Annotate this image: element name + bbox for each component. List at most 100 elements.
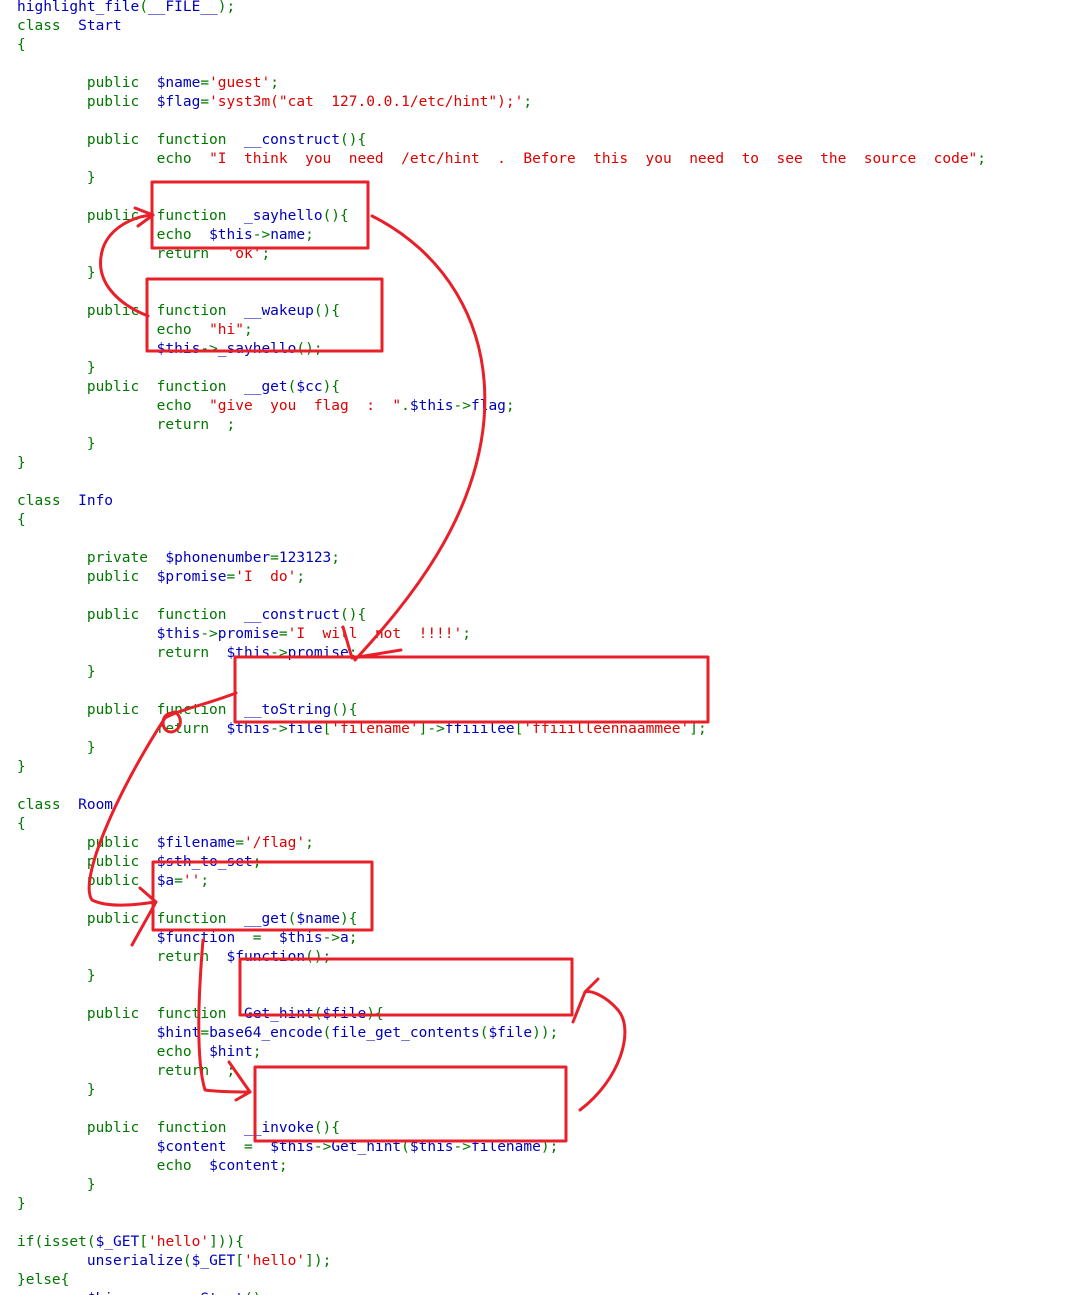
code-token: ; — [348, 930, 358, 946]
code-token: 'I will not !!!!' — [287, 626, 463, 642]
code-token: $name — [156, 75, 201, 91]
code-token: } — [17, 759, 26, 775]
code-token: ; — [305, 835, 314, 851]
code-token: __wakeup — [243, 303, 314, 319]
code-token: { — [17, 37, 26, 53]
code-line: $hi = new Start(); — [17, 1290, 270, 1295]
code-token: = — [278, 626, 288, 642]
code-token: Get_hint — [331, 1139, 402, 1155]
code-token: = — [235, 835, 244, 851]
code-token: ; — [505, 398, 515, 414]
code-token: (){ — [331, 702, 358, 718]
code-token: = — [174, 873, 183, 889]
code-line: } — [17, 454, 26, 473]
code-line: return $this->file['filename']->ffiiilee… — [17, 720, 707, 739]
code-token: echo — [17, 227, 210, 243]
code-line: return 'ok'; — [17, 245, 271, 264]
code-token: Start — [200, 1291, 244, 1295]
code-token: $this — [270, 1139, 314, 1155]
code-token: public — [17, 94, 157, 110]
code-token: "give you flag : " — [209, 398, 402, 414]
code-token: 'filename' — [331, 721, 419, 737]
code-token: [ — [139, 1234, 148, 1250]
code-token: ; — [252, 854, 262, 870]
code-token: return — [17, 417, 227, 433]
code-token: $_GET — [95, 1234, 140, 1250]
code-line: return $this->promise; — [17, 644, 358, 663]
code-token: __FILE__ — [147, 0, 218, 15]
code-line: private $phonenumber=123123; — [17, 549, 340, 568]
code-token: } — [17, 170, 96, 186]
code-token: [ — [235, 1253, 244, 1269]
code-token: filename — [471, 1139, 541, 1155]
code-token: $function — [17, 930, 253, 946]
code-line: $this->promise='I will not !!!!'; — [17, 625, 471, 644]
code-token: -> — [453, 398, 471, 414]
code-line: } — [17, 1176, 96, 1195]
code-token: ; — [331, 550, 341, 566]
code-token: unserialize — [17, 1253, 183, 1269]
code-token: class — [17, 797, 79, 813]
code-token: $file — [488, 1025, 533, 1041]
code-token: public — [17, 873, 157, 889]
code-line: public $filename='/flag'; — [17, 834, 314, 853]
code-token: echo — [17, 322, 210, 338]
code-token: public function — [17, 1006, 244, 1022]
code-token: class — [17, 18, 79, 34]
code-token: (); — [305, 949, 332, 965]
code-token: public function — [17, 379, 244, 395]
code-token: -> — [270, 721, 288, 737]
code-line: class Info — [17, 492, 113, 511]
code-token: ]); — [305, 1253, 332, 1269]
code-line: public $sth_to_set; — [17, 853, 262, 872]
code-token: base64_encode — [209, 1025, 323, 1041]
code-token: 'ffiiilleennaammee' — [523, 721, 690, 737]
code-token: = — [131, 1291, 157, 1295]
code-line: echo $this->name; — [17, 226, 314, 245]
code-token: isset — [43, 1234, 87, 1250]
code-token: flag — [470, 398, 506, 414]
code-token: '/flag' — [244, 835, 306, 851]
code-token: Get_hint — [243, 1006, 314, 1022]
code-line: } — [17, 663, 96, 682]
code-token: ){ — [366, 1006, 384, 1022]
code-token: ; — [226, 1063, 236, 1079]
code-token: = — [252, 930, 279, 946]
code-token: $file — [322, 1006, 367, 1022]
code-line: { — [17, 36, 26, 55]
code-token: ( — [401, 1139, 410, 1155]
code-line: public function __construct(){ — [17, 131, 366, 150]
code-token: ( — [313, 1006, 323, 1022]
code-token: (){ — [313, 303, 341, 319]
code-token: 'syst3m("cat 127.0.0.1/etc/hint");' — [209, 94, 524, 110]
code-line: return $function(); — [17, 948, 332, 967]
code-line: public function __construct(){ — [17, 606, 366, 625]
code-token: $this — [278, 930, 323, 946]
code-token: } — [17, 1082, 96, 1098]
code-token: public function — [17, 1120, 244, 1136]
code-line: public function _sayhello(){ — [17, 207, 349, 226]
code-token: $flag — [156, 94, 201, 110]
code-token: = — [226, 569, 236, 585]
code-token: __invoke — [243, 1120, 314, 1136]
code-token: { — [17, 512, 26, 528]
code-token: ])){ — [209, 1234, 245, 1250]
code-token: ; — [261, 246, 271, 262]
code-token: ; — [243, 322, 253, 338]
code-token: ]; — [689, 721, 707, 737]
code-token: ; — [462, 626, 471, 642]
code-token: } — [17, 1177, 96, 1193]
code-line: public function Get_hint($file){ — [17, 1005, 384, 1024]
code-token: 'I do' — [235, 569, 297, 585]
code-token: { — [60, 1272, 70, 1288]
code-token: ( — [34, 1234, 44, 1250]
code-token: __construct — [243, 607, 341, 623]
code-token: '' — [182, 873, 201, 889]
code-line: highlight_file(__FILE__); — [17, 0, 235, 17]
code-token: $content — [209, 1158, 279, 1174]
code-token: public — [17, 75, 157, 91]
code-token: promise — [217, 626, 279, 642]
code-token: $this — [409, 398, 454, 414]
code-token: return — [17, 246, 227, 262]
code-line: public function __invoke(){ — [17, 1119, 340, 1138]
